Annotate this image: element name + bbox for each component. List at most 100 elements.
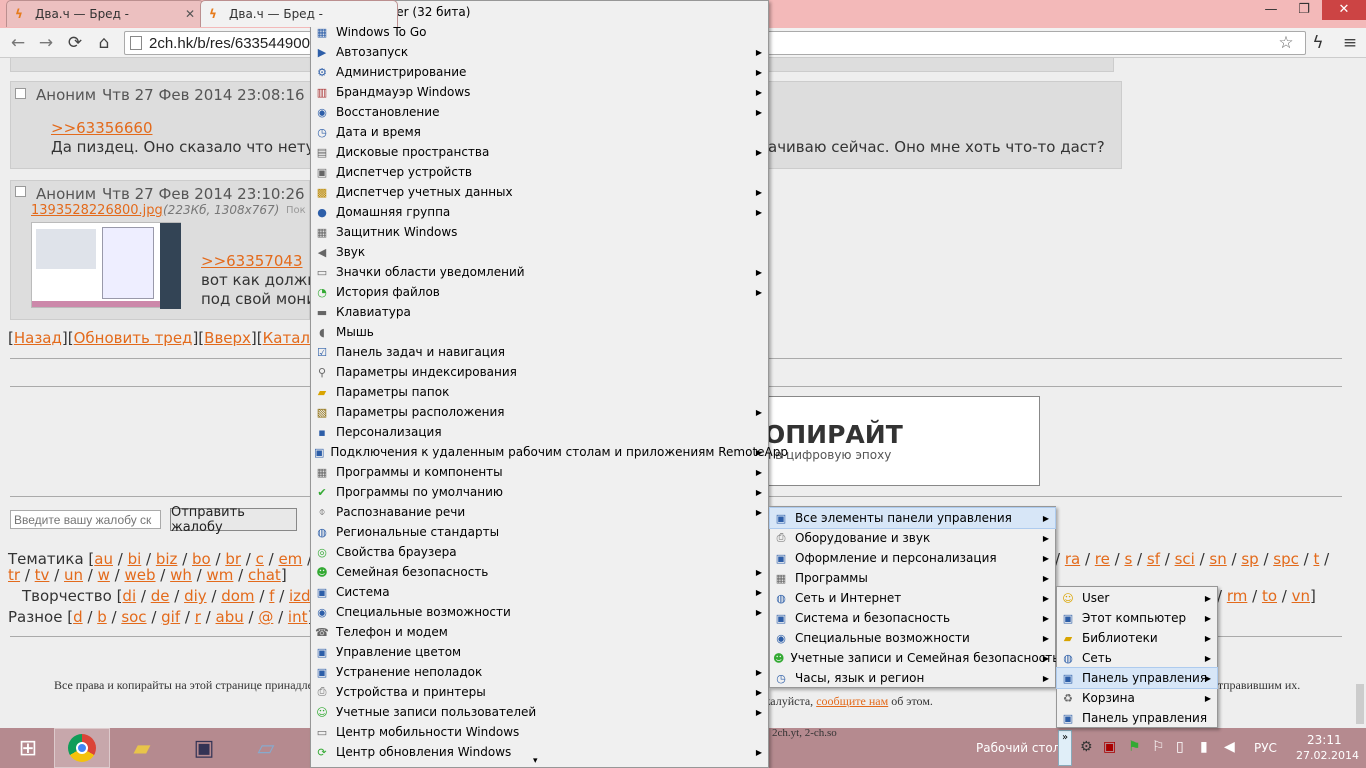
menu-item[interactable]: ⎙ Оборудование и звук ▶ — [770, 528, 1055, 548]
board-link[interactable]: abu — [216, 608, 244, 626]
post-checkbox[interactable] — [15, 88, 26, 99]
menu-item[interactable]: ⎙ Устройства и принтеры ▶ — [311, 682, 768, 702]
menu-item[interactable]: ◷ Дата и время — [311, 122, 768, 142]
board-link[interactable]: chat — [248, 566, 281, 584]
home-icon[interactable]: ⌂ — [92, 33, 116, 53]
clock-date[interactable]: 27.02.2014 — [1296, 749, 1359, 762]
board-link[interactable]: de — [151, 587, 170, 605]
board-link[interactable]: un — [64, 566, 83, 584]
language-indicator[interactable]: РУС — [1254, 741, 1277, 755]
board-link[interactable]: wh — [170, 566, 192, 584]
menu-item[interactable]: ▣ Система и безопасность ▶ — [770, 608, 1055, 628]
board-link[interactable]: rm — [1227, 587, 1248, 605]
menu-item[interactable]: ▣ Все элементы панели управления ▶ — [769, 507, 1056, 529]
desktop-toolbar-label[interactable]: Рабочий стол — [976, 741, 1060, 755]
menu-item[interactable]: ▦ Программы и компоненты ▶ — [311, 462, 768, 482]
menu-item[interactable]: ◍ Региональные стандарты — [311, 522, 768, 542]
board-link[interactable]: ra — [1065, 550, 1080, 568]
board-link[interactable]: f — [269, 587, 274, 605]
board-link[interactable]: d — [73, 608, 83, 626]
menu-icon[interactable]: ≡ — [1338, 33, 1362, 53]
attachment-thumbnail[interactable] — [31, 222, 181, 309]
tray-app-icon[interactable]: ▣ — [1103, 739, 1116, 755]
menu-item[interactable]: ♻ Корзина ▶ — [1057, 688, 1217, 708]
menu-item[interactable]: ▦ Защитник Windows — [311, 222, 768, 242]
board-link[interactable]: @ — [258, 608, 273, 626]
menu-item[interactable]: ◖ Мышь — [311, 322, 768, 342]
board-link[interactable]: web — [125, 566, 156, 584]
menu-item[interactable]: ◎ Свойства браузера — [311, 542, 768, 562]
menu-item[interactable]: ▣ Этот компьютер ▶ — [1057, 608, 1217, 628]
menu-item[interactable]: ▪ Персонализация — [311, 422, 768, 442]
board-link[interactable]: soc — [121, 608, 146, 626]
board-link[interactable]: izd — [289, 587, 311, 605]
menu-scroll-down-icon[interactable]: ▾ — [533, 756, 538, 766]
menu-item[interactable]: ▰ Библиотеки ▶ — [1057, 628, 1217, 648]
reload-icon[interactable]: ⟳ — [63, 33, 87, 53]
board-link[interactable]: tv — [35, 566, 50, 584]
board-link[interactable]: w — [98, 566, 110, 584]
board-link[interactable]: int — [288, 608, 308, 626]
maximize-button[interactable]: ❐ — [1287, 0, 1321, 20]
menu-item[interactable]: ☻ Учетные записи и Семейная безопасность ▶ — [770, 648, 1059, 668]
clock-time[interactable]: 23:11 — [1307, 733, 1342, 747]
menu-item[interactable]: ◉ Специальные возможности ▶ — [311, 602, 768, 622]
board-link[interactable]: sp — [1241, 550, 1258, 568]
browser-tab-1[interactable]: ϟ Два.ч — Бред - ✕ — [6, 0, 204, 27]
menu-item[interactable]: ▶ Автозапуск ▶ — [311, 42, 768, 62]
menu-item[interactable]: ☑ Панель задач и навигация — [311, 342, 768, 362]
menu-item[interactable]: ● Домашняя группа ▶ — [311, 202, 768, 222]
reply-link[interactable]: >>63357043 — [201, 252, 302, 270]
menu-item[interactable]: ▣ Диспетчер устройств — [311, 162, 768, 182]
reply-link[interactable]: >>63356660 — [51, 119, 152, 137]
device-icon[interactable]: ▯ — [1176, 739, 1184, 755]
tray-network-icon[interactable]: ⚑ — [1128, 739, 1141, 755]
menu-item[interactable]: ▣ Оформление и персонализация ▶ — [770, 548, 1055, 568]
close-window-button[interactable]: ✕ — [1322, 0, 1366, 20]
board-link[interactable]: r — [195, 608, 201, 626]
menu-item[interactable]: ◉ Восстановление ▶ — [311, 102, 768, 122]
bookmark-star-icon[interactable]: ☆ — [1274, 33, 1298, 53]
menu-item[interactable]: ◀ Звук — [311, 242, 768, 262]
menu-item[interactable]: ▤ Дисковые пространства ▶ — [311, 142, 768, 162]
board-link[interactable]: t — [1313, 550, 1319, 568]
board-link[interactable]: gif — [161, 608, 180, 626]
board-link[interactable]: dom — [221, 587, 254, 605]
menu-item[interactable]: ⟳ Центр обновления Windows ▶ — [311, 742, 768, 762]
menu-item[interactable]: ▦ Программы ▶ — [770, 568, 1055, 588]
menu-item[interactable]: ▧ Параметры расположения ▶ — [311, 402, 768, 422]
menu-item[interactable]: ⚲ Параметры индексирования — [311, 362, 768, 382]
action-center-flag-icon[interactable]: ⚐ — [1152, 739, 1165, 755]
minimize-button[interactable]: — — [1254, 0, 1288, 20]
complaint-input[interactable] — [10, 510, 161, 529]
board-link[interactable]: wm — [207, 566, 234, 584]
menu-item[interactable]: ▣ Управление цветом — [311, 642, 768, 662]
menu-item[interactable]: ▰ Параметры папок — [311, 382, 768, 402]
board-link[interactable]: vn — [1292, 587, 1310, 605]
board-link[interactable]: b — [97, 608, 107, 626]
board-link[interactable]: sci — [1175, 550, 1195, 568]
menu-item[interactable]: ▣ Панель управления — [1057, 708, 1217, 728]
contact-link[interactable]: сообщите нам — [816, 694, 888, 708]
menu-item[interactable]: ▭ Центр мобильности Windows — [311, 722, 768, 742]
volume-icon[interactable]: ◀ — [1224, 739, 1235, 755]
menu-item[interactable]: ☺ User ▶ — [1057, 588, 1217, 608]
menu-item[interactable]: ▣ Устранение неполадок ▶ — [311, 662, 768, 682]
url-text[interactable]: 2ch.hk/b/res/633544900 — [149, 35, 310, 52]
windows-start-icon[interactable]: ⊞ — [0, 728, 56, 768]
menu-item[interactable]: ⌽ Распознавание речи ▶ — [311, 502, 768, 522]
network-signal-icon[interactable]: ▮ — [1200, 739, 1208, 755]
tab-close-icon[interactable]: ✕ — [185, 7, 195, 21]
post-checkbox[interactable] — [15, 186, 26, 197]
attachment-link[interactable]: 1393528226800.jpg — [31, 203, 163, 218]
page-scrollbar[interactable] — [1356, 684, 1364, 724]
menu-item[interactable]: ◷ Часы, язык и регион ▶ — [770, 668, 1055, 688]
board-link[interactable]: re — [1095, 550, 1110, 568]
board-link[interactable]: diy — [184, 587, 207, 605]
menu-item[interactable]: ▩ Диспетчер учетных данных ▶ — [311, 182, 768, 202]
top-link[interactable]: Вверх — [204, 329, 251, 347]
back-link[interactable]: Назад — [14, 329, 62, 347]
board-link[interactable]: sf — [1147, 550, 1160, 568]
menu-item[interactable]: ☎ Телефон и модем — [311, 622, 768, 642]
file-explorer-icon[interactable]: ▰ — [114, 728, 170, 768]
